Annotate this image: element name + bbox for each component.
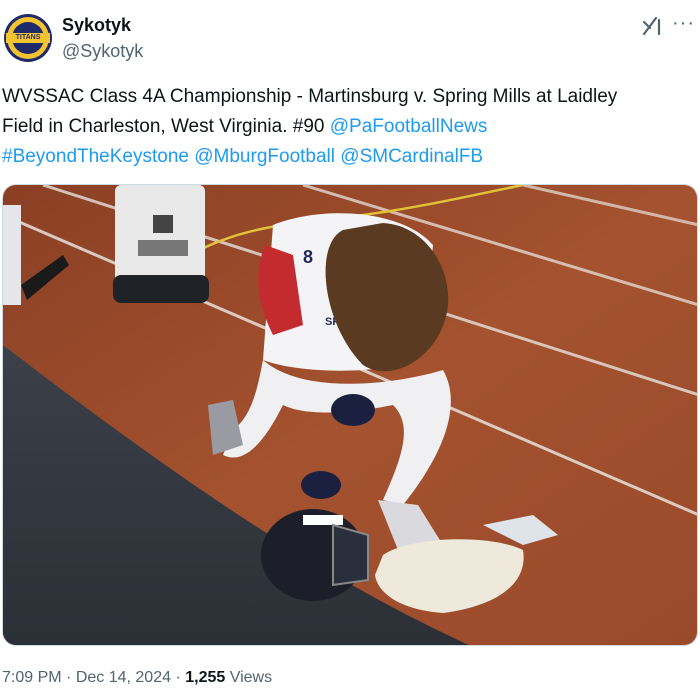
team-logo-avatar[interactable]: TITANS [4, 14, 52, 62]
tweet-text: WVSSAC Class 4A Championship - Martinsbu… [2, 82, 698, 172]
meta-separator: · [171, 669, 186, 686]
equipment-cart [113, 185, 209, 303]
tweet-text-line2: Field in Charleston, West Virginia. #90 [2, 116, 330, 137]
mention-mburgfootball[interactable]: @MburgFootball [194, 146, 335, 167]
tweet-header: TITANS Sykotyk @Sykotyk ··· [0, 0, 700, 80]
author-name[interactable]: Sykotyk [62, 15, 131, 36]
views-label: Views [225, 669, 273, 686]
avatar-text: TITANS [15, 34, 41, 41]
author-handle[interactable]: @Sykotyk [62, 41, 143, 62]
avatar-band: TITANS [6, 33, 50, 43]
tweet-text-line1: WVSSAC Class 4A Championship - Martinsbu… [2, 86, 618, 107]
tweet-meta: 7:09 PM · Dec 14, 2024 · 1,255 Views [2, 669, 272, 687]
tweet-time[interactable]: 7:09 PM [2, 669, 62, 686]
photo-scene: 8 SPRING MILLS [3, 185, 697, 645]
grok-icon[interactable] [640, 14, 664, 38]
meta-separator: · [61, 669, 76, 686]
jersey-number: 8 [303, 247, 313, 267]
mention-pafootballnews[interactable]: @PaFootballNews [330, 116, 488, 137]
mention-smcardinalfb[interactable]: @SMCardinalFB [340, 146, 483, 167]
more-options-icon[interactable]: ··· [672, 12, 695, 35]
tweet-photo[interactable]: 8 SPRING MILLS [2, 184, 698, 646]
hashtag-beyondthekeystone[interactable]: #BeyondTheKeystone [2, 146, 189, 167]
views-count: 1,255 [185, 669, 226, 686]
tweet-date[interactable]: Dec 14, 2024 [76, 669, 171, 686]
